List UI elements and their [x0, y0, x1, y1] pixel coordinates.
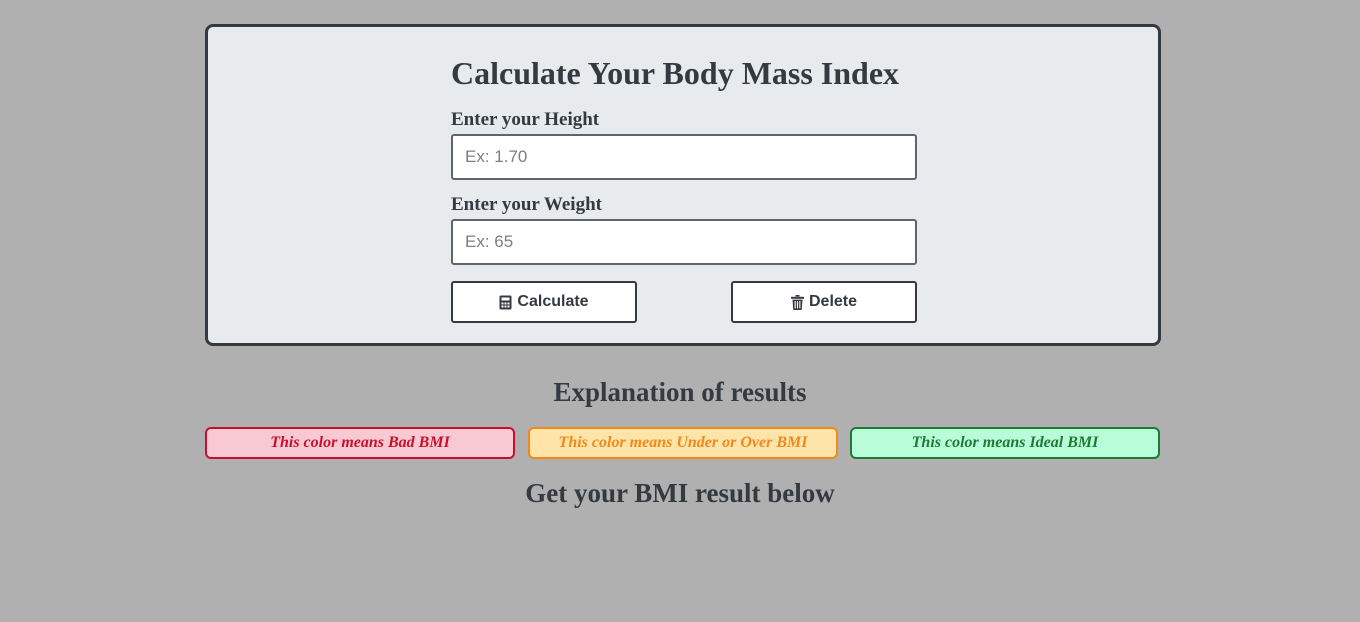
calculator-icon	[499, 295, 512, 310]
legend-ideal-bmi: This color means Ideal BMI	[850, 427, 1160, 459]
legend-under-over-bmi: This color means Under or Over BMI	[528, 427, 838, 459]
weight-input[interactable]	[451, 219, 917, 265]
delete-button-label: Delete	[808, 293, 858, 310]
weight-label: Enter your Weight	[451, 194, 602, 215]
legend-bad-bmi: This color means Bad BMI	[205, 427, 515, 459]
trash-icon	[790, 294, 804, 310]
bmi-form-card: Calculate Your Body Mass Index Enter you…	[205, 24, 1161, 346]
delete-button[interactable]: Delete	[731, 281, 917, 323]
calculate-button-label: Calculate	[517, 293, 589, 310]
explanation-title: Explanation of results	[553, 377, 807, 407]
result-title: Get your BMI result below	[525, 478, 835, 508]
height-input[interactable]	[451, 134, 917, 180]
page-title: Calculate Your Body Mass Index	[451, 55, 900, 91]
legend-ideal-bmi-text: This color means Ideal BMI	[911, 434, 1099, 451]
calculate-button[interactable]: Calculate	[451, 281, 637, 323]
height-label: Enter your Height	[451, 109, 600, 130]
legend-bad-bmi-text: This color means Bad BMI	[270, 434, 450, 451]
legend-under-over-bmi-text: This color means Under or Over BMI	[558, 434, 808, 451]
